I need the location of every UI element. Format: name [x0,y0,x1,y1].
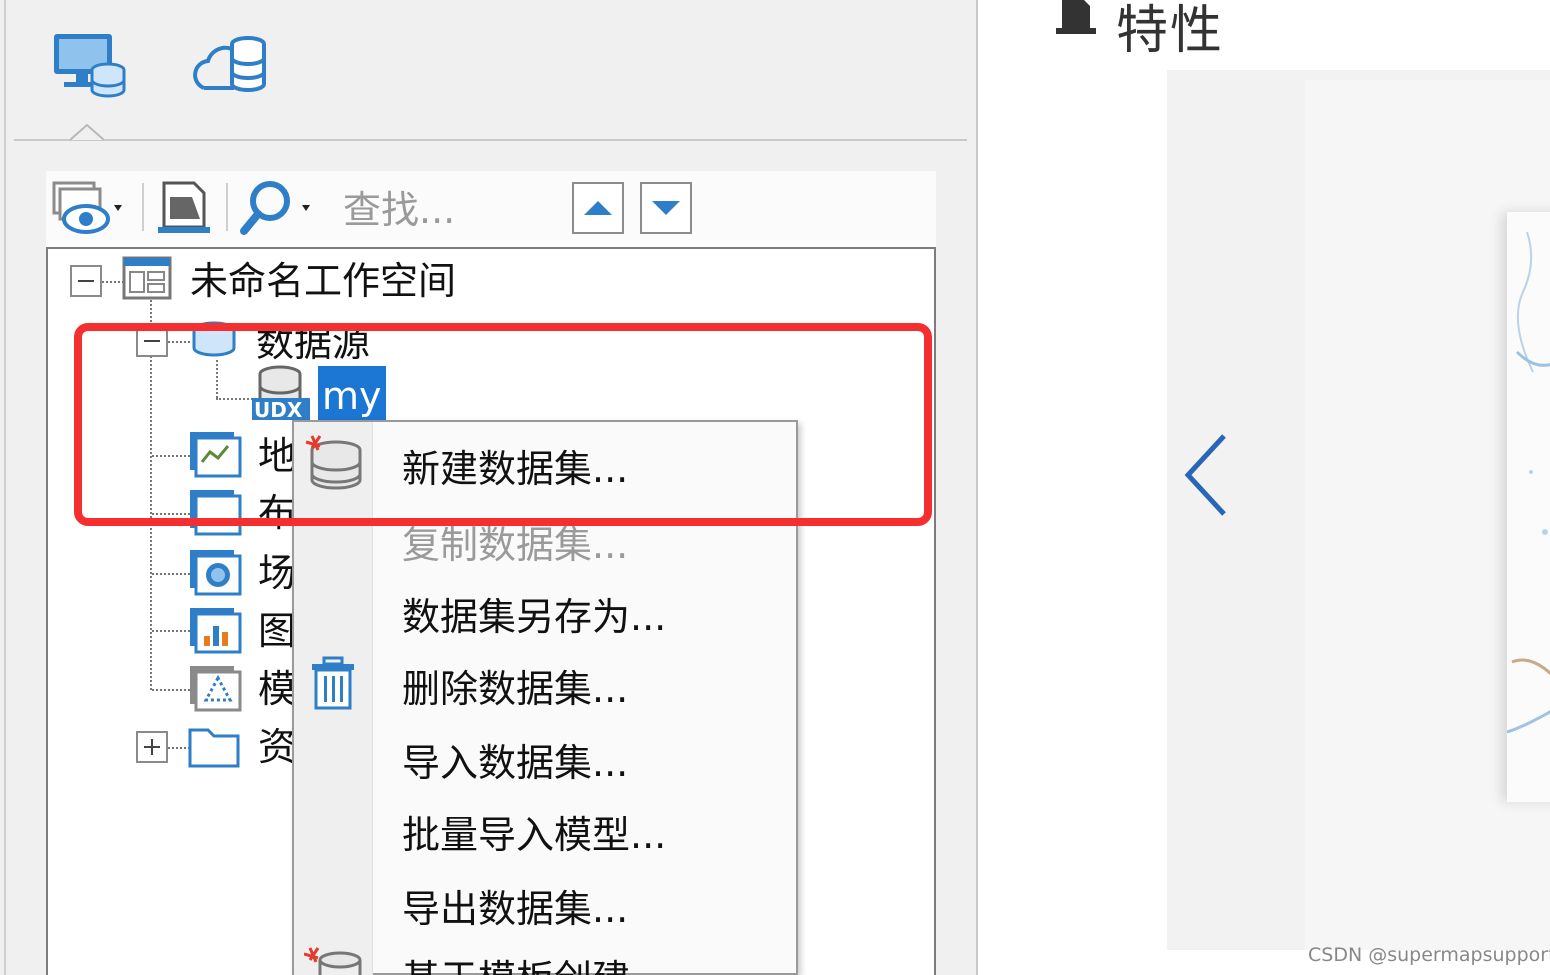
map-thumbnail [1506,212,1550,802]
arrow-up-icon [584,201,612,215]
toolbar-separator [142,183,144,231]
menu-item-batch-import-models[interactable]: 批量导入模型... [402,804,666,859]
collapse-datasources-toggle[interactable] [136,325,168,357]
view-dropdown-button[interactable] [52,179,132,237]
tree-connector [168,341,190,343]
tree-node-datasource-my[interactable]: my [318,366,386,422]
tree-connector [152,455,190,457]
new-dataset-icon [304,434,366,496]
tree-connector [102,281,124,283]
tree-connector [152,689,190,691]
trash-icon [308,656,358,712]
arrow-down-icon [652,201,680,215]
cloud-database-icon[interactable] [192,30,272,100]
models-icon [188,664,242,712]
search-icon[interactable] [238,179,318,237]
panel-edge [4,0,6,975]
workspace-icon [122,256,174,302]
tree-connector [168,747,190,749]
menu-item-delete-dataset[interactable]: 删除数据集... [402,658,628,713]
tree-node-models[interactable]: 模 [258,670,296,708]
open-file-button[interactable] [156,179,212,237]
workspace-manager-panel: 未命名工作空间 数据源 UDX my 地 布 场 图 模 [0,0,978,975]
template-dataset-icon [303,946,366,975]
move-down-button[interactable] [640,182,692,234]
tree-connector [152,630,190,632]
watermark: CSDN @supermapsupport [1308,944,1550,966]
tree-toolbar [46,171,936,247]
tree-connector [152,573,190,575]
udx-badge: UDX [254,398,303,422]
tree-node-resources[interactable]: 资 [258,728,296,766]
menu-item-save-dataset-as[interactable]: 数据集另存为... [402,586,666,641]
maps-icon [188,430,242,478]
menu-item-import-dataset[interactable]: 导入数据集... [402,732,628,787]
computer-database-icon[interactable] [50,30,130,100]
tree-connector [152,513,190,515]
properties-title: 特性 [1116,1,1225,61]
chevron-left-icon[interactable] [1180,430,1230,520]
datasources-icon [188,318,240,362]
tree-node-maps[interactable]: 地 [258,437,296,475]
scenes-icon [188,548,242,596]
tree-node-charts[interactable]: 图 [258,612,296,650]
tree-node-datasources[interactable]: 数据源 [256,324,370,362]
collapse-workspace-toggle[interactable] [70,265,102,297]
layouts-icon [188,488,242,536]
datasource-context-menu: 新建数据集... 复制数据集... 数据集另存为... 删除数据集... 导入数… [292,420,798,975]
tree-node-layouts[interactable]: 布 [258,494,296,532]
menu-item-new-dataset[interactable]: 新建数据集... [402,438,628,493]
tree-node-scenes[interactable]: 场 [258,554,296,592]
charts-icon [188,606,242,654]
expand-resources-toggle[interactable] [136,731,168,763]
tree-connector [216,360,218,398]
menu-item-export-dataset[interactable]: 导出数据集... [402,878,628,933]
tree-connector [216,398,256,400]
properties-doc-icon [1056,0,1096,34]
move-up-button[interactable] [572,182,624,234]
tab-separator [14,139,967,141]
folder-icon [188,722,242,770]
toolbar-separator [226,183,228,231]
active-tab-caret [70,124,104,141]
menu-item-copy-dataset[interactable]: 复制数据集... [402,514,628,569]
tree-node-workspace[interactable]: 未命名工作空间 [190,262,456,300]
menu-item-create-from-template[interactable]: 基于模板创建 [402,948,630,975]
search-input[interactable] [343,186,553,234]
